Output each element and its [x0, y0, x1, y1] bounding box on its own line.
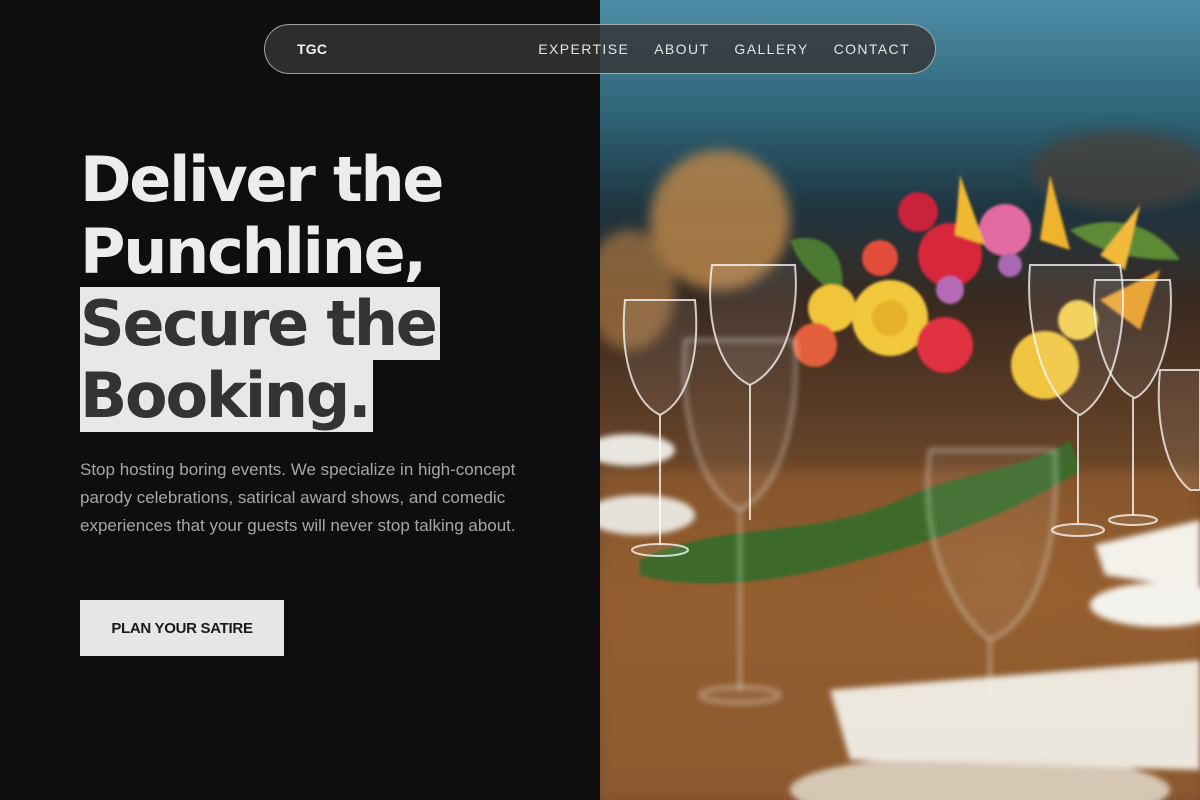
hero-image: [600, 0, 1200, 800]
nav-links: EXPERTISE ABOUT GALLERY CONTACT: [538, 41, 910, 57]
brand-logo[interactable]: TGC: [297, 41, 327, 57]
headline-line-1: Deliver the: [80, 143, 444, 216]
top-navigation: TGC EXPERTISE ABOUT GALLERY CONTACT: [264, 24, 936, 74]
nav-link-expertise[interactable]: EXPERTISE: [538, 41, 629, 57]
hero-subtitle: Stop hosting boring events. We specializ…: [80, 460, 516, 535]
headline-line-2: Punchline,: [80, 215, 427, 288]
nav-link-gallery[interactable]: GALLERY: [734, 41, 808, 57]
plan-your-satire-button[interactable]: PLAN YOUR SATIRE: [80, 600, 284, 656]
headline-line-3-highlighted: Secure the: [80, 287, 440, 360]
hero-headline: Deliver the Punchline, Secure the Bookin…: [80, 144, 550, 432]
nav-link-contact[interactable]: CONTACT: [834, 41, 910, 57]
headline-line-4-highlighted: Booking.: [80, 359, 374, 432]
nav-link-about[interactable]: ABOUT: [654, 41, 709, 57]
banquet-table-illustration: [600, 130, 1200, 800]
